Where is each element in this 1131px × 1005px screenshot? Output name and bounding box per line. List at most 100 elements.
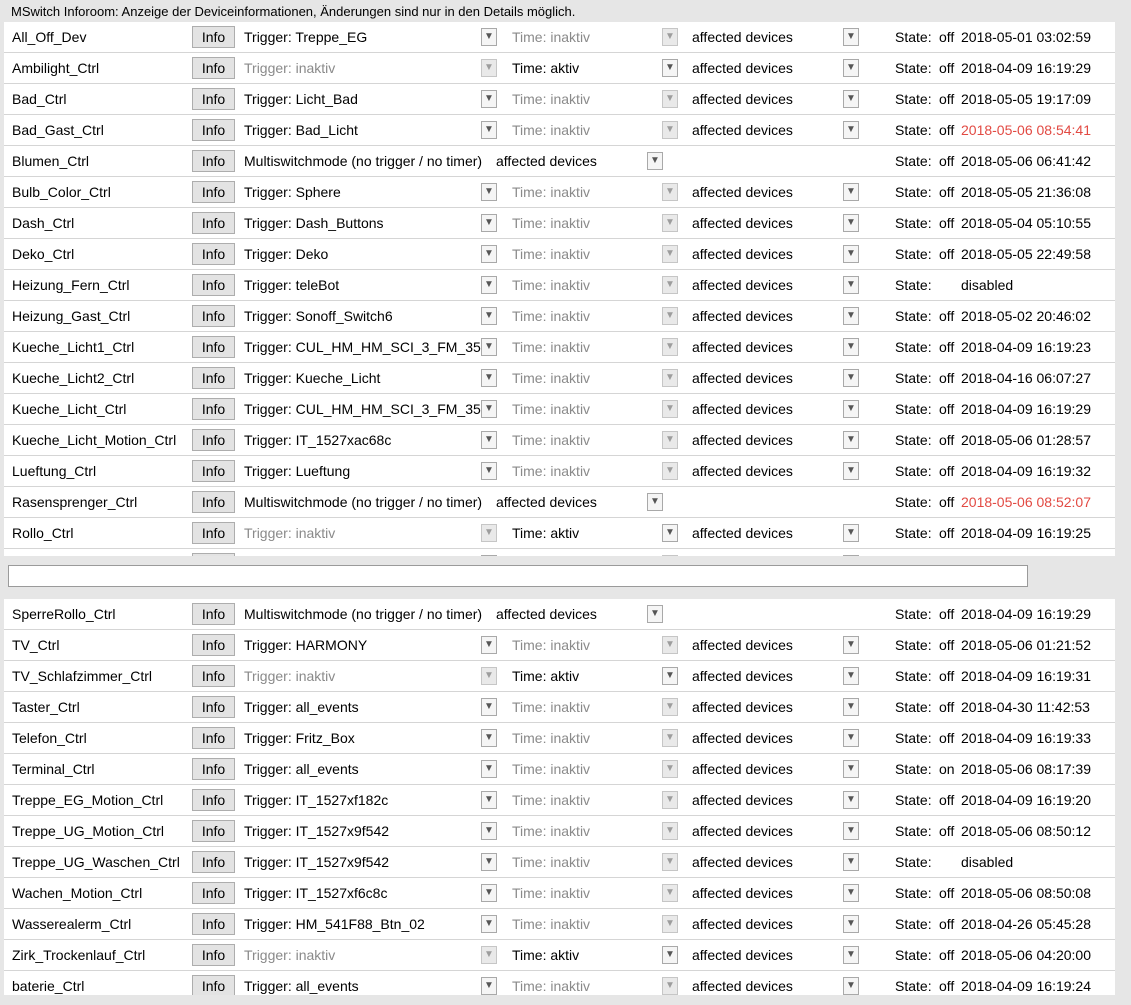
chevron-down-icon[interactable]: ▼ — [843, 245, 859, 263]
chevron-down-icon[interactable]: ▼ — [481, 977, 497, 995]
affected-devices-select[interactable]: affected devices — [496, 599, 597, 629]
chevron-down-icon[interactable]: ▼ — [843, 555, 859, 556]
trigger-select[interactable]: Trigger: Dash_Buttons — [244, 208, 482, 238]
trigger-select[interactable]: Trigger: Licht_Bad — [244, 84, 482, 114]
time-select[interactable]: Time: aktiv — [512, 940, 579, 970]
chevron-down-icon[interactable]: ▼ — [843, 338, 859, 356]
info-button[interactable]: Info — [192, 243, 235, 265]
trigger-select[interactable]: Trigger: Kueche_Licht — [244, 363, 482, 393]
info-button[interactable]: Info — [192, 944, 235, 966]
chevron-down-icon[interactable]: ▼ — [481, 214, 497, 232]
affected-devices-select[interactable]: affected devices — [692, 177, 793, 207]
info-button[interactable]: Info — [192, 727, 235, 749]
trigger-select[interactable]: Trigger: HARMONY — [244, 630, 482, 660]
time-select[interactable]: Time: aktiv — [512, 661, 579, 691]
affected-devices-select[interactable]: affected devices — [692, 301, 793, 331]
time-select[interactable]: Time: aktiv — [512, 518, 579, 548]
affected-devices-select[interactable]: affected devices — [692, 692, 793, 722]
chevron-down-icon[interactable]: ▼ — [481, 822, 497, 840]
affected-devices-select[interactable]: affected devices — [692, 971, 793, 995]
info-button[interactable]: Info — [192, 460, 235, 482]
affected-devices-select[interactable]: affected devices — [692, 549, 793, 556]
trigger-select[interactable]: Trigger: teleBot — [244, 270, 482, 300]
affected-devices-select[interactable]: affected devices — [692, 878, 793, 908]
info-button[interactable]: Info — [192, 603, 235, 625]
info-button[interactable]: Info — [192, 789, 235, 811]
affected-devices-select[interactable]: affected devices — [692, 239, 793, 269]
trigger-select[interactable]: Trigger: IT_1527x9f542 — [244, 847, 482, 877]
chevron-down-icon[interactable]: ▼ — [481, 729, 497, 747]
info-button[interactable]: Info — [192, 882, 235, 904]
affected-devices-select[interactable]: affected devices — [692, 22, 793, 52]
affected-devices-select[interactable]: affected devices — [692, 518, 793, 548]
chevron-down-icon[interactable]: ▼ — [481, 307, 497, 325]
chevron-down-icon[interactable]: ▼ — [843, 915, 859, 933]
info-button[interactable]: Info — [192, 429, 235, 451]
affected-devices-select[interactable]: affected devices — [496, 146, 597, 176]
time-select[interactable]: Time: aktiv — [512, 53, 579, 83]
info-button[interactable]: Info — [192, 975, 235, 995]
chevron-down-icon[interactable]: ▼ — [481, 369, 497, 387]
trigger-select[interactable]: Trigger: all_events — [244, 971, 482, 995]
chevron-down-icon[interactable]: ▼ — [481, 245, 497, 263]
chevron-down-icon[interactable]: ▼ — [481, 28, 497, 46]
chevron-down-icon[interactable]: ▼ — [843, 121, 859, 139]
info-button[interactable]: Info — [192, 181, 235, 203]
affected-devices-select[interactable]: affected devices — [692, 332, 793, 362]
chevron-down-icon[interactable]: ▼ — [662, 946, 678, 964]
chevron-down-icon[interactable]: ▼ — [843, 276, 859, 294]
info-button[interactable]: Info — [192, 851, 235, 873]
affected-devices-select[interactable]: affected devices — [692, 84, 793, 114]
info-button[interactable]: Info — [192, 553, 235, 556]
chevron-down-icon[interactable]: ▼ — [481, 276, 497, 294]
trigger-select[interactable]: Trigger: CUL_HM_HM_SCI_3_FM_356 — [244, 332, 482, 362]
chevron-down-icon[interactable]: ▼ — [843, 946, 859, 964]
device-list-top[interactable]: All_Off_Dev Info Trigger: Treppe_EG ▼ Time: … — [4, 22, 1115, 556]
chevron-down-icon[interactable]: ▼ — [662, 59, 678, 77]
affected-devices-select[interactable]: affected devices — [692, 816, 793, 846]
info-button[interactable]: Info — [192, 913, 235, 935]
chevron-down-icon[interactable]: ▼ — [843, 369, 859, 387]
affected-devices-select[interactable]: affected devices — [692, 394, 793, 424]
chevron-down-icon[interactable]: ▼ — [843, 667, 859, 685]
trigger-select[interactable]: Trigger: IT_1527x9f542 — [244, 816, 482, 846]
affected-devices-select[interactable]: affected devices — [496, 487, 597, 517]
chevron-down-icon[interactable]: ▼ — [843, 884, 859, 902]
chevron-down-icon[interactable]: ▼ — [481, 884, 497, 902]
separator-input[interactable] — [8, 565, 1028, 587]
chevron-down-icon[interactable]: ▼ — [843, 853, 859, 871]
chevron-down-icon[interactable]: ▼ — [843, 698, 859, 716]
chevron-down-icon[interactable]: ▼ — [843, 28, 859, 46]
chevron-down-icon[interactable]: ▼ — [843, 400, 859, 418]
info-button[interactable]: Info — [192, 119, 235, 141]
info-button[interactable]: Info — [192, 150, 235, 172]
info-button[interactable]: Info — [192, 274, 235, 296]
affected-devices-select[interactable]: affected devices — [692, 363, 793, 393]
info-button[interactable]: Info — [192, 665, 235, 687]
info-button[interactable]: Info — [192, 305, 235, 327]
affected-devices-select[interactable]: affected devices — [692, 456, 793, 486]
affected-devices-select[interactable]: affected devices — [692, 630, 793, 660]
chevron-down-icon[interactable]: ▼ — [843, 431, 859, 449]
chevron-down-icon[interactable]: ▼ — [647, 605, 663, 623]
trigger-select[interactable]: Trigger: IT_1527xf6c8c — [244, 878, 482, 908]
chevron-down-icon[interactable]: ▼ — [481, 400, 497, 418]
trigger-select[interactable]: Trigger: CUL_HM_HM_SCI_3_FM_356 — [244, 394, 482, 424]
info-button[interactable]: Info — [192, 696, 235, 718]
affected-devices-select[interactable]: affected devices — [692, 723, 793, 753]
chevron-down-icon[interactable]: ▼ — [647, 493, 663, 511]
chevron-down-icon[interactable]: ▼ — [662, 524, 678, 542]
chevron-down-icon[interactable]: ▼ — [843, 59, 859, 77]
chevron-down-icon[interactable]: ▼ — [843, 214, 859, 232]
device-list-bottom[interactable]: SperreRollo_Ctrl Info Multiswitchmode (no … — [4, 599, 1115, 995]
affected-devices-select[interactable]: affected devices — [692, 847, 793, 877]
chevron-down-icon[interactable]: ▼ — [662, 667, 678, 685]
chevron-down-icon[interactable]: ▼ — [647, 152, 663, 170]
trigger-select[interactable]: Trigger: Sphere — [244, 177, 482, 207]
chevron-down-icon[interactable]: ▼ — [481, 90, 497, 108]
trigger-select[interactable]: Trigger: Bad_Licht — [244, 115, 482, 145]
affected-devices-select[interactable]: affected devices — [692, 115, 793, 145]
info-button[interactable]: Info — [192, 367, 235, 389]
affected-devices-select[interactable]: affected devices — [692, 940, 793, 970]
chevron-down-icon[interactable]: ▼ — [843, 524, 859, 542]
